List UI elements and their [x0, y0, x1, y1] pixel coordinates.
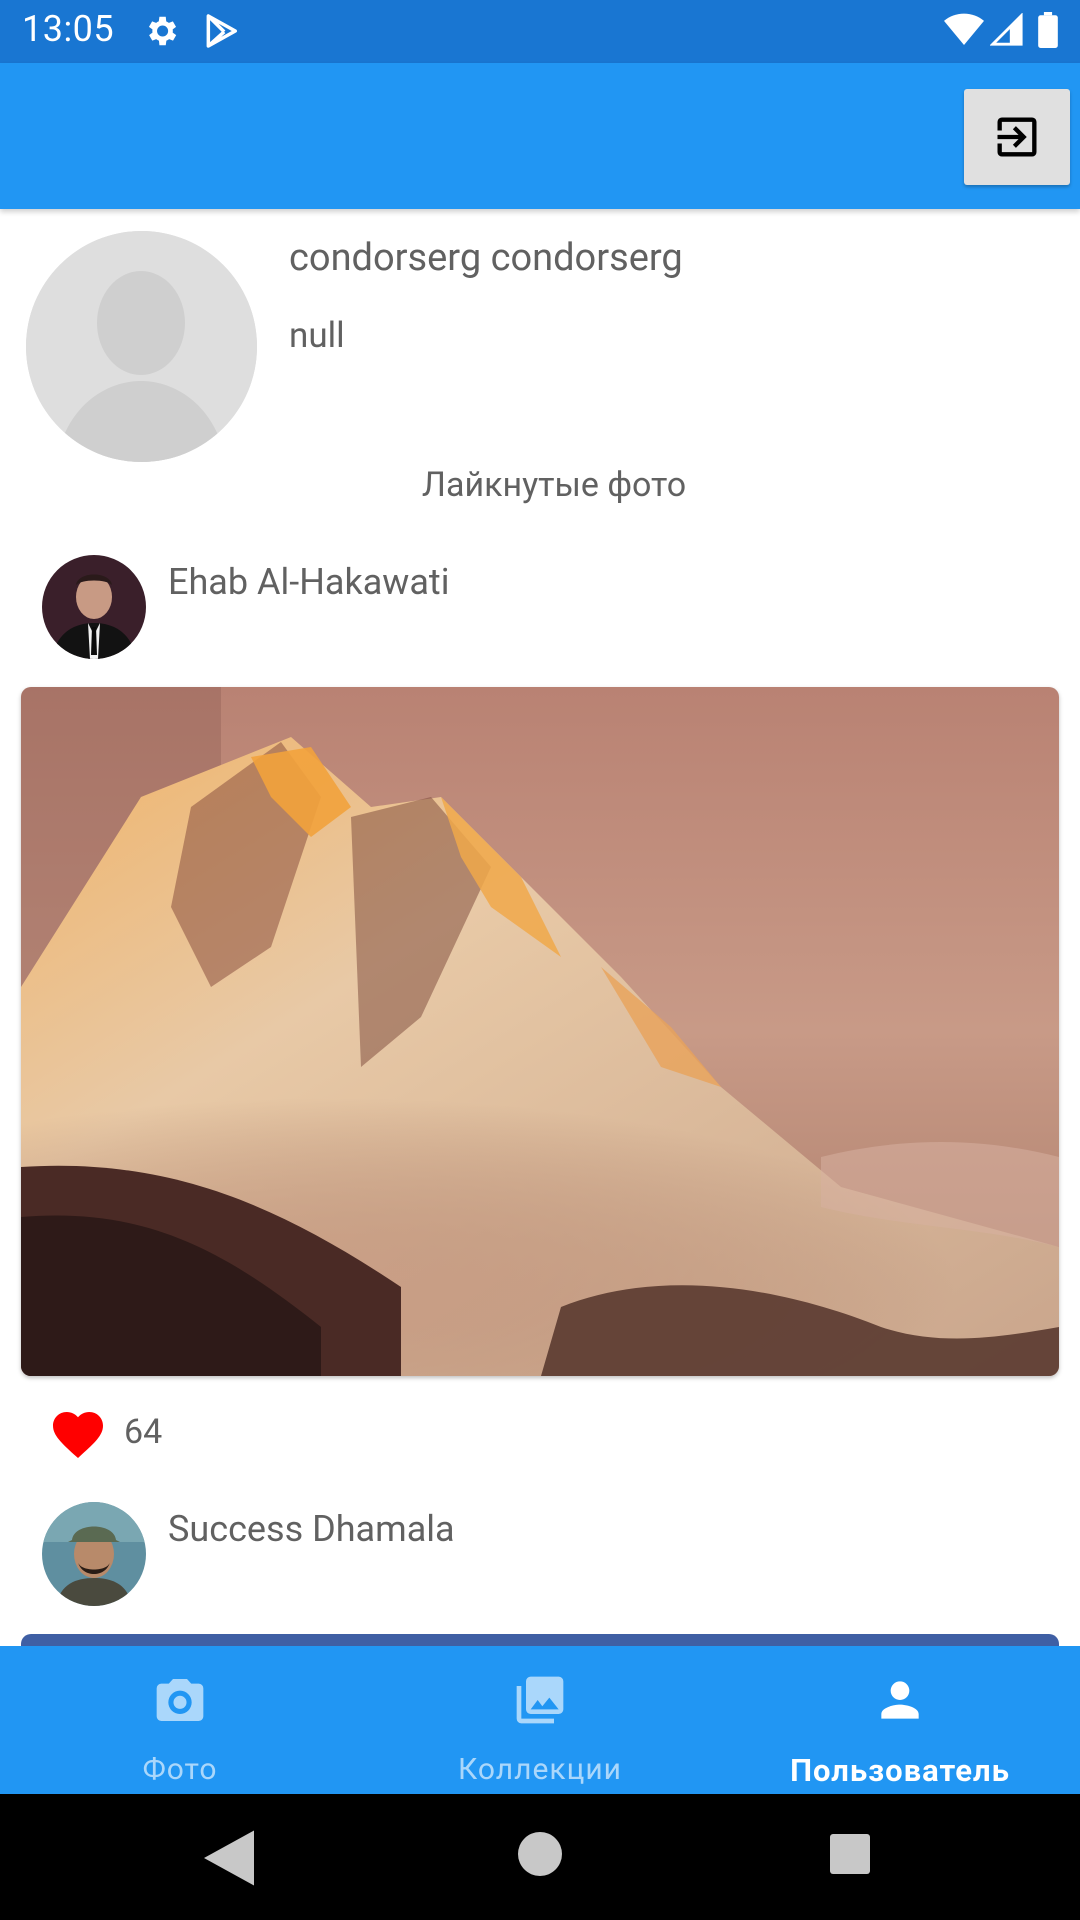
nav-user[interactable]: Пользователь — [720, 1646, 1080, 1794]
recent-apps-icon[interactable] — [830, 1834, 870, 1874]
nav-photos[interactable]: Фото — [0, 1646, 360, 1794]
signal-icon — [990, 13, 1023, 46]
author-avatar[interactable] — [42, 555, 146, 659]
gear-icon — [148, 16, 177, 46]
wifi-icon — [944, 13, 984, 45]
author-name[interactable]: Success Dhamala — [168, 1508, 455, 1550]
collections-icon — [516, 1676, 564, 1724]
app-bar — [0, 63, 1080, 209]
logout-button[interactable] — [964, 89, 1070, 185]
author-name[interactable]: Ehab Al-Hakawati — [168, 561, 449, 603]
battery-icon — [1038, 12, 1058, 48]
liked-photos-title: Лайкнутые фото — [421, 465, 687, 505]
home-icon[interactable] — [518, 1832, 562, 1876]
mountain-photo — [21, 687, 1059, 1376]
back-icon[interactable] — [204, 1830, 254, 1886]
profile-bio: null — [289, 315, 345, 356]
profile-avatar — [26, 231, 257, 462]
status-bar: 13:05 — [0, 0, 1080, 63]
nav-user-label: Пользователь — [790, 1752, 1010, 1789]
bottom-navigation: Фото Коллекции Пользователь — [0, 1646, 1080, 1794]
status-time: 13:05 — [22, 8, 115, 50]
play-store-icon — [206, 14, 237, 48]
likes-count: 64 — [124, 1412, 163, 1452]
nav-collections[interactable]: Коллекции — [360, 1646, 720, 1794]
photo-author-row[interactable]: Ehab Al-Hakawati — [42, 555, 1042, 659]
liked-photo[interactable] — [21, 687, 1059, 1376]
person-icon — [881, 1681, 919, 1719]
avatar-placeholder-icon — [26, 231, 257, 462]
system-navigation-bar — [0, 1794, 1080, 1920]
heart-icon[interactable] — [48, 1404, 108, 1460]
nav-photos-label: Фото — [142, 1752, 218, 1787]
likes-row: 64 — [48, 1398, 448, 1458]
nav-collections-label: Коллекции — [458, 1752, 622, 1787]
logout-icon — [997, 117, 1037, 157]
photo-author-row[interactable]: Success Dhamala — [42, 1502, 1042, 1606]
camera-icon — [156, 1679, 204, 1721]
profile-name: condorserg condorserg — [289, 236, 683, 280]
author-avatar[interactable] — [42, 1502, 146, 1606]
